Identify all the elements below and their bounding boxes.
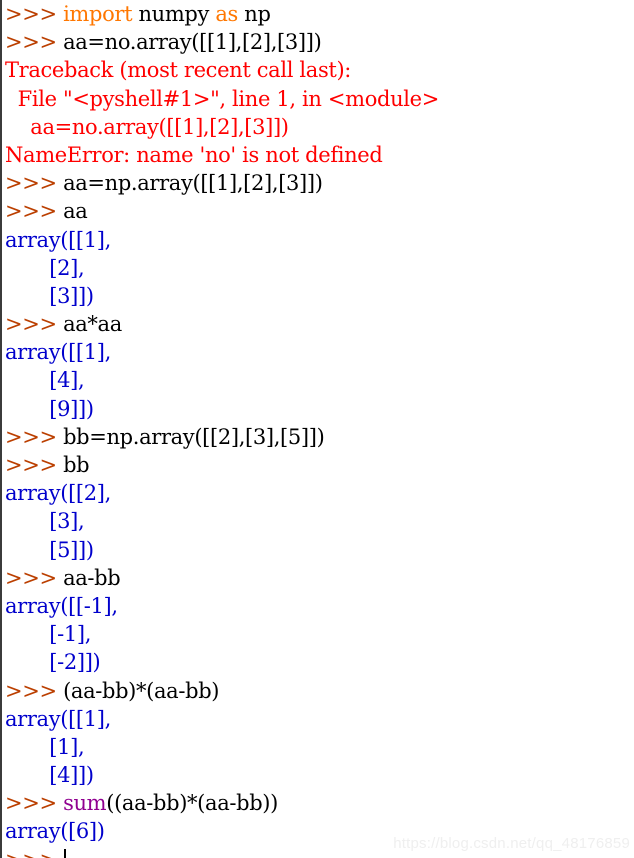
prompt-marker: >>> [5,565,64,590]
token-plain: aa=np.array([[1],[2],[3]]) [63,171,323,196]
console-line-output[interactable]: [4], [2,366,634,394]
console-line-input[interactable]: >>> import numpy as np [2,0,634,28]
console-line-output[interactable]: [1], [2,733,634,761]
token-err: File "<pyshell#1>", line 1, in <module> [5,86,440,111]
text-cursor [64,848,67,858]
console-line-output[interactable]: [2], [2,254,634,282]
console-line-output[interactable]: array([[1], [2,226,634,254]
console-line-output[interactable]: [5]]) [2,536,634,564]
prompt-marker: >>> [5,171,64,196]
token-plain: numpy [132,2,216,26]
prompt-marker: >>> [5,199,64,224]
console-line-output[interactable]: [9]]) [2,395,634,423]
console-line-output[interactable]: [4]]) [2,761,634,789]
console-line-input[interactable]: >>> bb=np.array([[2],[3],[5]]) [2,423,634,451]
token-out: array([6]) [5,819,105,844]
console-line-input[interactable]: >>> aa*aa [2,310,634,338]
token-kw: import [63,2,133,26]
console-line-input[interactable]: >>> bb [2,451,634,479]
console-line-output[interactable]: array([[-1], [2,592,634,620]
token-out: [2], [5,255,85,280]
token-out: [3], [5,509,85,534]
token-plain: bb=np.array([[2],[3],[5]]) [63,424,325,449]
token-builtin: sum [63,791,107,816]
console-line-error[interactable]: File "<pyshell#1>", line 1, in <module> [2,85,634,113]
console-line-input[interactable]: >>> sum((aa-bb)*(aa-bb)) [2,789,634,817]
prompt-marker: >>> [5,424,64,449]
console-line-output[interactable]: [-2]]) [2,648,634,676]
console-line-input[interactable]: >>> (aa-bb)*(aa-bb) [2,677,634,705]
console-line-output[interactable]: [-1], [2,620,634,648]
token-plain: aa=no.array([[1],[2],[3]]) [63,30,322,55]
token-plain: np [237,2,271,26]
console-line-input[interactable]: >>> aa=no.array([[1],[2],[3]]) [2,28,634,56]
token-plain: aa*aa [63,312,122,337]
token-out: [4]]) [5,763,94,788]
token-err: Traceback (most recent call last): [5,58,352,83]
console-line-input[interactable]: >>> aa-bb [2,564,634,592]
prompt-marker: >>> [5,678,64,703]
token-out: [9]]) [5,396,94,421]
console-line-output[interactable]: [3]]) [2,282,634,310]
csdn-watermark: https://blog.csdn.net/qq_48176859 [393,835,630,852]
token-out: array([[1], [5,340,111,365]
token-out: [5]]) [5,537,94,562]
token-plain: (aa-bb)*(aa-bb) [63,678,220,703]
token-out: array([[1], [5,227,111,252]
console-line-error[interactable]: Traceback (most recent call last): [2,56,634,84]
token-out: [1], [5,734,85,759]
prompt-marker: >>> [5,30,64,55]
prompt-marker: >>> [5,453,64,477]
token-err: NameError: name 'no' is not defined [5,142,383,167]
token-kw: as [215,2,238,26]
console-line-input[interactable]: >>> aa=np.array([[1],[2],[3]]) [2,169,634,197]
prompt-marker: >>> [5,791,64,816]
token-plain: bb [63,453,90,477]
console-line-error[interactable]: aa=no.array([[1],[2],[3]]) [2,113,634,141]
token-out: array([[1], [5,706,111,731]
prompt-marker: >>> [5,312,64,337]
prompt-marker: >>> [5,2,64,26]
token-plain: ((aa-bb)*(aa-bb)) [106,791,278,816]
token-plain: aa [63,199,88,224]
console-line-output[interactable]: array([[2], [2,479,634,507]
console-line-output[interactable]: array([[1], [2,338,634,366]
token-err: aa=no.array([[1],[2],[3]]) [5,114,289,139]
console-line-error[interactable]: NameError: name 'no' is not defined [2,141,634,169]
token-out: [-1], [5,622,92,647]
console-output-area[interactable]: >>> import numpy as np >>> aa=no.array([[… [2,0,634,858]
token-out: [4], [5,368,85,393]
console-line-output[interactable]: [3], [2,507,634,535]
console-line-input[interactable]: >>> aa [2,197,634,225]
prompt-marker: >>> [5,848,63,858]
token-out: array([[2], [5,481,111,506]
token-plain: aa-bb [63,565,121,590]
token-out: [-2]]) [5,650,101,675]
token-out: array([[-1], [5,593,118,618]
idle-shell-window[interactable]: >>> import numpy as np >>> aa=no.array([[… [0,0,634,858]
token-out: [3]]) [5,283,94,308]
console-line-output[interactable]: array([[1], [2,705,634,733]
